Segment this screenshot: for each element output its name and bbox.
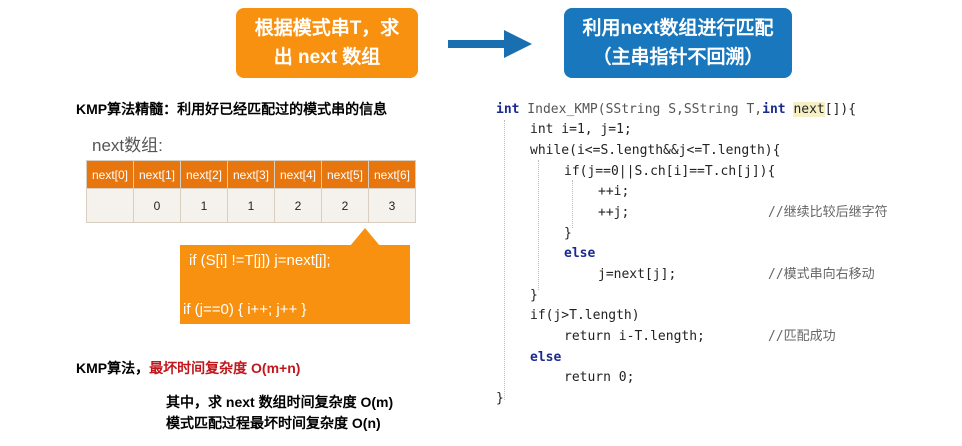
matching-step-line2: （主串指针不回溯） [592,47,764,68]
kmp-complexity-line: KMP算法，最坏时间复杂度 O(m+n) [76,358,300,378]
code-line-2: int i=1, j=1; [530,122,632,137]
code-keyword: int [496,102,520,117]
code-signature-end: []){ [824,102,857,117]
kmp-complexity-prefix: KMP算法， [76,360,150,376]
indent-guide [504,120,505,400]
matching-step-box: 利用next数组进行匹配 （主串指针不回溯） [564,8,792,78]
next-header-cell: next[2] [180,160,228,189]
next-array-step-box: 根据模式串T，求 出 next 数组 [236,8,418,78]
code-line-9: j=next[j]; [598,267,677,282]
next-value-cell: 2 [321,188,369,223]
next-table-header-row: next[0] next[1] next[2] next[3] next[4] … [86,160,416,189]
next-header-cell: next[0] [86,160,134,189]
indent-guide [572,180,573,228]
code-next-param: next [793,102,825,117]
right-arrow-icon [448,30,532,58]
mismatch-rule-callout: if (S[i] !=T[j]) j=next[j]; if (j==0) { … [180,245,410,324]
code-line-13: else [530,350,562,365]
code-line-11: if(j>T.length) [530,308,640,323]
match-complexity-text: 模式匹配过程最坏时间复杂度 O(n) [166,415,381,431]
code-comment: //匹配成功 [768,329,836,344]
code-line-12: return i-T.length; [564,329,705,344]
callout-pointer [350,228,380,246]
next-header-cell: next[5] [321,160,369,189]
callout-line-2: if (j==0) { i++; j++ } [183,301,307,318]
next-array-step-line2: 出 next 数组 [273,47,381,68]
next-array-title: next数组: [92,136,163,155]
next-value-cell: 2 [274,188,322,223]
indent-guide [538,160,539,290]
next-table-value-row: 0 1 1 2 2 3 [86,188,416,223]
code-comment: //模式串向右移动 [768,267,875,282]
next-header-cell: next[6] [368,160,416,189]
code-comment: //继续比较后继字符 [768,205,888,220]
code-line-14: return 0; [564,370,635,385]
code-line-7: } [564,226,572,241]
callout-line-1: if (S[i] !=T[j]) j=next[j]; [189,252,331,269]
next-value-cell: 3 [368,188,416,223]
next-value-cell: 0 [133,188,181,223]
code-line-6: ++j; [598,205,630,220]
kmp-essence-text: KMP算法精髓：利用好已经匹配过的模式串的信息 [76,101,388,117]
code-line-8: else [564,246,596,261]
code-line-5: ++i; [598,184,630,199]
code-line-4: if(j==0||S.ch[i]==T.ch[j]){ [564,164,776,179]
code-keyword: int [762,102,786,117]
next-value-cell [86,188,134,223]
next-value-cell: 1 [180,188,228,223]
next-array-table: next[0] next[1] next[2] next[3] next[4] … [86,160,416,223]
code-signature: Index_KMP(SString S,SString T, [519,102,763,117]
code-line-10: } [530,288,538,303]
next-header-cell: next[4] [274,160,322,189]
kmp-worst-case: 最坏时间复杂度 O(m+n) [149,360,301,376]
code-line-1: int Index_KMP(SString S,SString T,int ne… [496,100,856,120]
matching-step-line1: 利用next数组进行匹配 [582,18,774,39]
next-header-cell: next[3] [227,160,275,189]
next-value-cell: 1 [227,188,275,223]
next-complexity-text: 其中，求 next 数组时间复杂度 O(m) [166,394,394,410]
code-line-15: } [496,391,504,406]
code-line-3: while(i<=S.length&&j<=T.length){ [530,143,781,158]
next-header-cell: next[1] [133,160,181,189]
next-array-step-line1: 根据模式串T，求 [254,18,400,39]
